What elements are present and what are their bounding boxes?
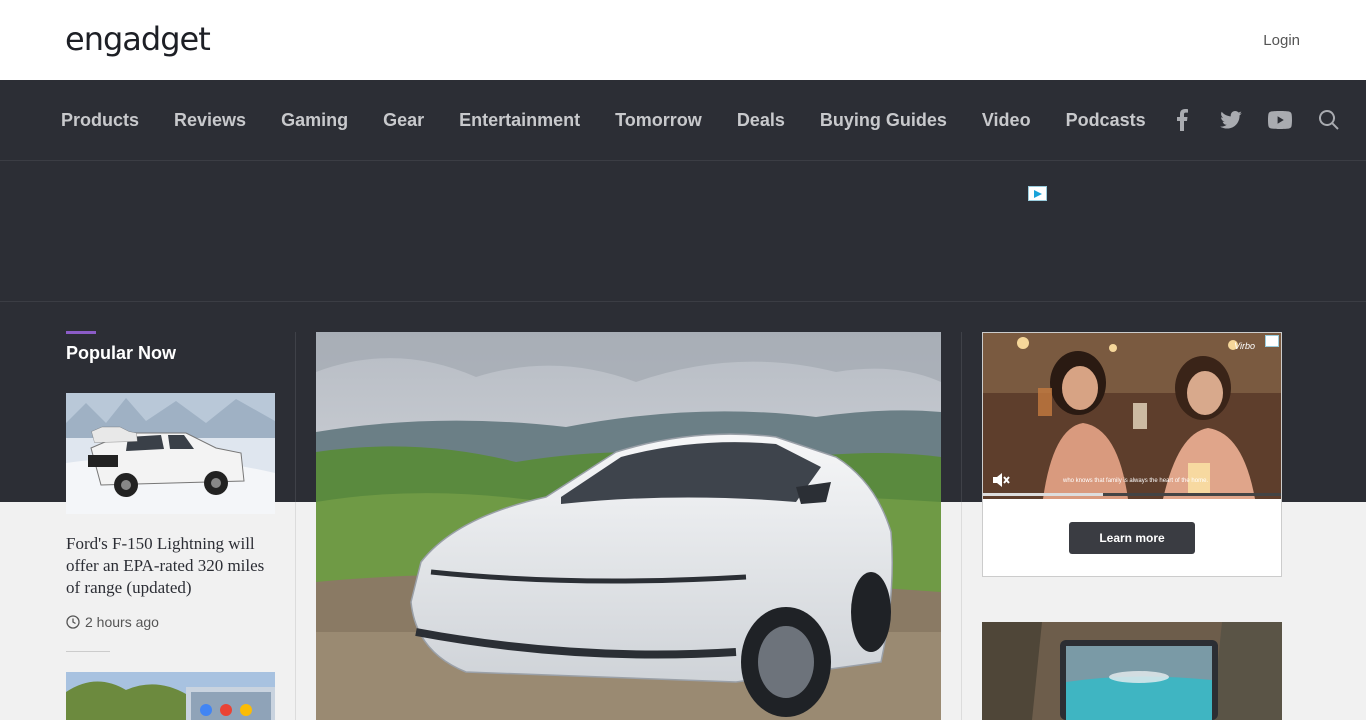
column-divider — [961, 502, 962, 720]
popular-headline[interactable]: Ford's F-150 Lightning will offer an EPA… — [66, 533, 281, 599]
sidebar-article-thumbnail[interactable] — [982, 622, 1282, 720]
nav-item-podcasts[interactable]: Podcasts — [1066, 110, 1146, 131]
nav-links: Products Reviews Gaming Gear Entertainme… — [61, 80, 1181, 160]
nav-item-buying-guides[interactable]: Buying Guides — [820, 110, 947, 131]
popular-now-title: Popular Now — [66, 343, 177, 363]
ad-video[interactable]: Virbo who knows that family is always th… — [983, 333, 1281, 499]
social-icons — [1146, 107, 1342, 133]
clock-icon — [66, 615, 80, 629]
nav-item-entertainment[interactable]: Entertainment — [459, 110, 580, 131]
mute-icon[interactable] — [991, 471, 1011, 489]
ad-caption: who knows that family is always the hear… — [1063, 478, 1209, 484]
popular-divider — [66, 651, 110, 652]
column-divider — [295, 502, 296, 720]
nav-item-deals[interactable]: Deals — [737, 110, 785, 131]
top-ad-banner — [0, 161, 1366, 302]
main-nav: Products Reviews Gaming Gear Entertainme… — [0, 80, 1366, 161]
ad-brand: Virbo — [1234, 341, 1255, 351]
hero-article-image[interactable] — [316, 332, 941, 720]
nav-item-gaming[interactable]: Gaming — [281, 110, 348, 131]
twitter-icon[interactable] — [1218, 107, 1244, 133]
popular-thumbnail-google[interactable] — [66, 672, 275, 720]
nav-item-products[interactable]: Products — [61, 110, 139, 131]
timestamp-text: 2 hours ago — [85, 614, 159, 630]
nav-item-gear[interactable]: Gear — [383, 110, 424, 131]
adchoices-icon[interactable] — [1265, 335, 1279, 347]
youtube-icon[interactable] — [1267, 107, 1293, 133]
section-accent — [66, 331, 96, 334]
login-link[interactable]: Login — [1263, 32, 1300, 49]
adchoices-icon[interactable] — [1028, 186, 1047, 201]
popular-thumbnail-truck[interactable] — [66, 393, 275, 514]
popular-timestamp: 2 hours ago — [66, 614, 159, 630]
sidebar-video-ad: Virbo who knows that family is always th… — [982, 332, 1282, 577]
nav-item-tomorrow[interactable]: Tomorrow — [615, 110, 702, 131]
search-icon[interactable] — [1316, 107, 1342, 133]
nav-item-reviews[interactable]: Reviews — [174, 110, 246, 131]
column-divider — [961, 332, 962, 502]
learn-more-button[interactable]: Learn more — [1069, 522, 1195, 554]
site-header: engadget Login — [0, 0, 1366, 80]
engadget-logo[interactable]: engadget — [65, 20, 211, 58]
facebook-icon[interactable] — [1169, 107, 1195, 133]
nav-item-video[interactable]: Video — [982, 110, 1031, 131]
